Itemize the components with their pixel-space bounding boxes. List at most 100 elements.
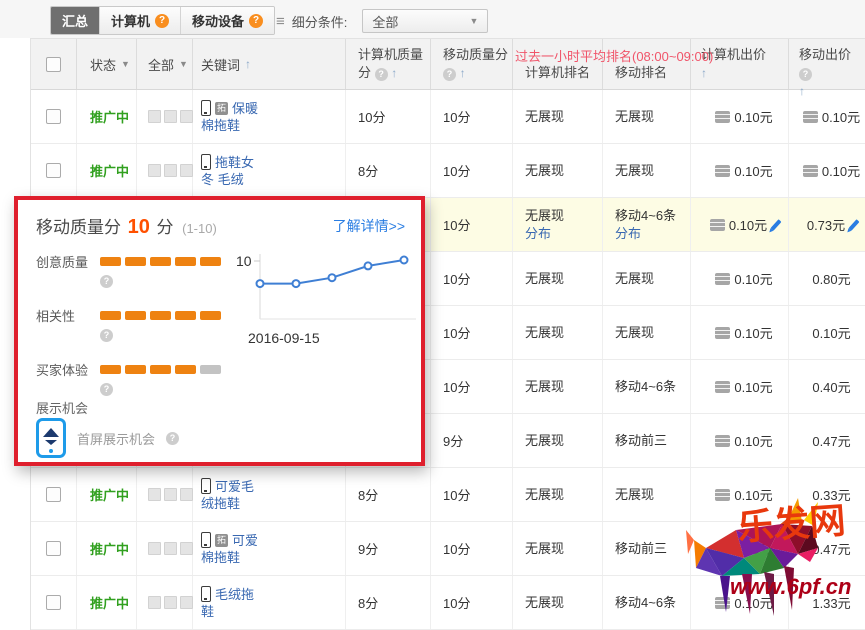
mobile-quality-score: 9分	[443, 431, 512, 450]
keyword-link-line2[interactable]: 棉拖鞋	[201, 117, 345, 134]
row-checkbox[interactable]	[46, 487, 61, 502]
pc-score-cell: 8分	[346, 576, 431, 629]
bid-badge-icon	[715, 111, 730, 123]
mobile-bid-value: 1.33元	[812, 593, 850, 612]
mobile-bid-value: 0.73元	[807, 215, 845, 234]
phone-icon	[201, 154, 211, 170]
pc-bid-cell: 0.10元	[691, 360, 789, 413]
tab-computer[interactable]: 计算机?	[99, 7, 180, 34]
pc-score-cell: 10分	[346, 90, 431, 143]
sort-up-icon[interactable]: ↑	[799, 84, 805, 98]
detail-link[interactable]: 了解详情>>	[333, 216, 405, 236]
row-checkbox[interactable]	[46, 595, 61, 610]
help-icon[interactable]: ?	[799, 68, 812, 81]
edit-pencil-icon[interactable]	[771, 219, 782, 231]
mobile-quality-score: 10分	[443, 323, 512, 342]
header-mobile-bid[interactable]: 移动出价 ? ↑	[789, 39, 865, 89]
mobile-rank-text: 无展现	[615, 486, 690, 504]
header-mobile-bid-label: 移动出价	[799, 47, 851, 62]
keyword-cell: 毛绒拖 鞋	[193, 576, 346, 629]
mobile-rank-cell: 无展现	[603, 144, 691, 197]
pc-rank-cell: 无展现 分布	[513, 198, 603, 251]
row-checkbox[interactable]	[46, 109, 61, 124]
opportunity-section-title: 展示机会	[36, 398, 88, 417]
mobile-bid-cell: 0.33元	[789, 468, 865, 521]
pc-rank-text: 无展现	[525, 108, 602, 126]
help-icon[interactable]: ?	[443, 68, 456, 81]
tab-mobile[interactable]: 移动设备?	[180, 7, 274, 34]
table-header: 状态 ▼ 全部 ▼ 关键词 ↑ 计算机质量 分 ? ↑ 移动质量分 ? ↑ 计算…	[31, 39, 865, 90]
pc-bid-value: 0.10元	[734, 161, 772, 180]
table-row: 推广中 拓 可爱 棉拖鞋 9分 10分 无展现 移动前三 0.10元	[31, 522, 865, 576]
help-icon[interactable]: ?	[100, 275, 113, 288]
mobile-rank-distribution-link[interactable]: 分布	[615, 225, 690, 243]
tab-label: 汇总	[62, 11, 88, 30]
help-icon[interactable]: ?	[100, 383, 113, 396]
row-select-cell	[31, 522, 77, 575]
keyword-link[interactable]: 可爱毛	[215, 478, 254, 495]
first-screen-feature: 首屏展示机会 ?	[36, 418, 179, 458]
popup-title: 移动质量分	[36, 218, 121, 237]
platform-icons	[137, 144, 193, 197]
pc-quality-score: 9分	[358, 539, 430, 558]
edit-pencil-icon[interactable]	[849, 219, 860, 231]
mobile-rank-text: 移动4~6条	[615, 594, 690, 612]
mobile-quality-score: 10分	[443, 485, 512, 504]
mobile-quality-score: 10分	[443, 215, 512, 234]
header-keyword[interactable]: 关键词 ↑	[193, 39, 346, 89]
view-tabs: 汇总计算机?移动设备?	[50, 6, 275, 35]
table-row: 推广中 拖鞋女 冬 毛绒 8分 10分 无展现 无展现 0.10元	[31, 144, 865, 198]
keyword-link[interactable]: 毛绒拖	[215, 586, 254, 603]
status-cell: 推广中	[77, 576, 137, 629]
pc-rank-cell: 无展现	[513, 252, 603, 305]
filter-dropdown[interactable]: 全部 ▼	[362, 9, 488, 33]
keyword-link-line2[interactable]: 鞋	[201, 603, 345, 620]
pc-bid-cell: 0.10元	[691, 414, 789, 467]
sort-up-icon[interactable]: ↑	[391, 66, 397, 80]
keyword-link[interactable]: 保暖	[232, 100, 258, 117]
pc-bid-cell: 0.10元	[691, 468, 789, 521]
bid-badge-icon	[710, 219, 725, 231]
header-pc-bid[interactable]: 计算机出价 ↑	[691, 39, 789, 89]
pc-rank-distribution-link[interactable]: 分布	[525, 225, 602, 243]
bid-badge-icon	[715, 381, 730, 393]
sort-up-icon[interactable]: ↑	[245, 57, 251, 71]
keyword-link[interactable]: 可爱	[232, 532, 258, 549]
help-icon[interactable]: ?	[166, 432, 179, 445]
mobile-bid-value: 0.47元	[812, 431, 850, 450]
header-pc-score[interactable]: 计算机质量 分 ? ↑	[346, 39, 431, 89]
popup-score-unit: 分	[157, 218, 174, 237]
help-icon[interactable]: ?	[375, 68, 388, 81]
header-status[interactable]: 状态 ▼	[77, 39, 137, 89]
mobile-bid-cell: 0.10元	[789, 144, 865, 197]
keyword-link-line2[interactable]: 冬 毛绒	[201, 171, 345, 188]
phone-icon	[201, 586, 211, 602]
help-icon[interactable]: ?	[100, 329, 113, 342]
pc-rank-text: 无展现	[525, 207, 602, 225]
row-checkbox[interactable]	[46, 163, 61, 178]
keyword-cell: 拓 保暖 棉拖鞋	[193, 90, 346, 143]
pc-rank-text: 无展现	[525, 270, 602, 288]
mobile-bid-cell: 1.33元	[789, 576, 865, 629]
platform-icons	[137, 522, 193, 575]
mobile-rank-cell: 移动4~6条	[603, 360, 691, 413]
pc-quality-score: 8分	[358, 161, 430, 180]
tab-summary[interactable]: 汇总	[51, 7, 99, 34]
quality-metric: 创意质量?	[36, 252, 236, 288]
keyword-link-line2[interactable]: 绒拖鞋	[201, 495, 345, 512]
mobile-rank-text: 移动前三	[615, 540, 690, 558]
header-mobile-score[interactable]: 移动质量分 ? ↑	[431, 39, 513, 89]
select-all-checkbox[interactable]	[46, 57, 61, 72]
popup-score: 10	[128, 216, 150, 238]
mobile-bid-value: 0.80元	[812, 269, 850, 288]
metric-bars	[100, 257, 225, 266]
help-icon[interactable]: ?	[155, 14, 169, 28]
sort-up-icon[interactable]: ↑	[460, 66, 466, 80]
y-tick-label: 10	[236, 253, 252, 269]
row-checkbox[interactable]	[46, 541, 61, 556]
help-icon[interactable]: ?	[249, 14, 263, 28]
header-platform[interactable]: 全部 ▼	[137, 39, 193, 89]
keyword-link[interactable]: 拖鞋女	[215, 154, 254, 171]
sort-up-icon[interactable]: ↑	[701, 66, 707, 80]
keyword-link-line2[interactable]: 棉拖鞋	[201, 549, 345, 566]
